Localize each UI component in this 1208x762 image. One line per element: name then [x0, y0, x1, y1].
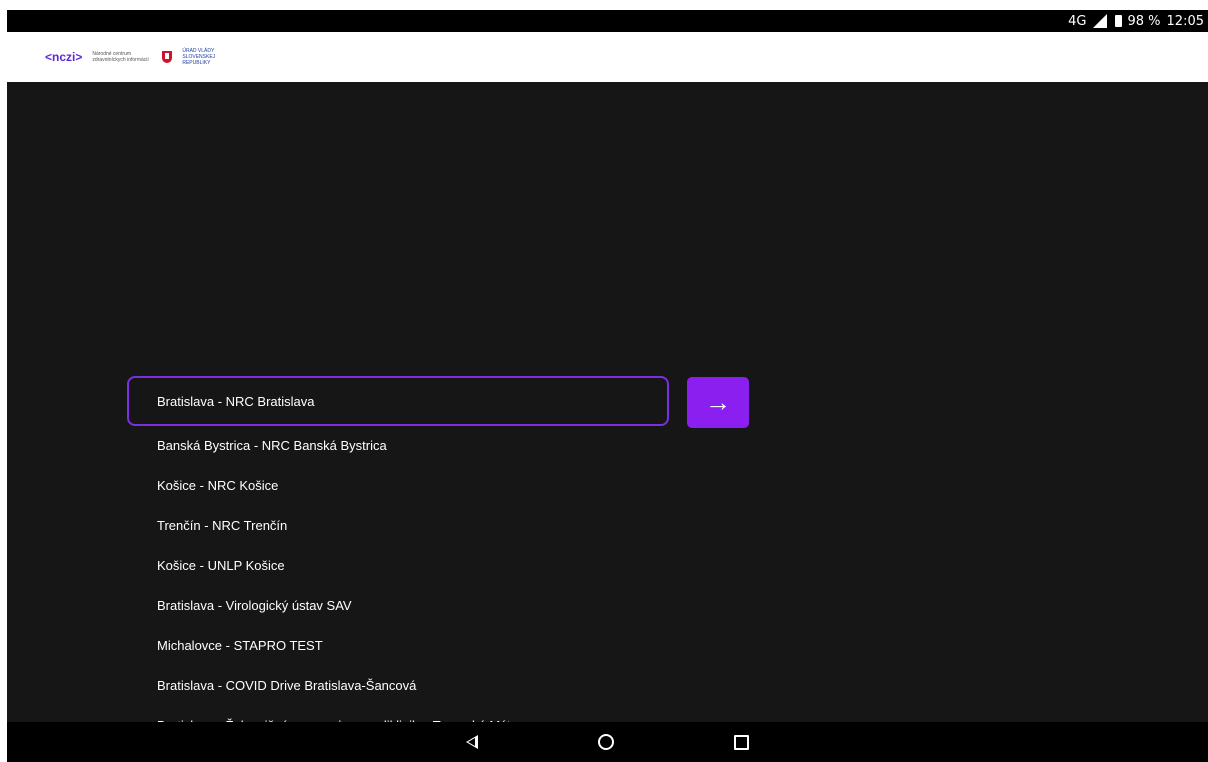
- back-icon[interactable]: [466, 735, 478, 749]
- home-icon[interactable]: [598, 734, 614, 750]
- submit-button[interactable]: →: [687, 377, 749, 428]
- network-indicator: 4G: [1068, 13, 1087, 29]
- status-bar: 4G 98 % 12:05: [7, 10, 1208, 32]
- location-options-list: Banská Bystrica - NRC Banská Bystrica Ko…: [157, 426, 518, 722]
- location-option[interactable]: Trenčín - NRC Trenčín: [157, 506, 518, 546]
- clock: 12:05: [1166, 13, 1204, 29]
- battery-icon: [1114, 15, 1122, 27]
- nczi-subtitle: Národné centrum zdravotníckych informáci…: [92, 51, 149, 63]
- left-margin: [0, 0, 7, 762]
- battery-level: 98 %: [1127, 13, 1161, 29]
- location-option[interactable]: Michalovce - STAPRO TEST: [157, 626, 518, 666]
- location-option[interactable]: Košice - UNLP Košice: [157, 546, 518, 586]
- slovak-crest-icon: [162, 51, 173, 63]
- selected-location: Bratislava - NRC Bratislava: [157, 393, 315, 409]
- arrow-right-icon: →: [705, 387, 731, 417]
- navigation-bar: [7, 722, 1208, 762]
- recent-apps-icon[interactable]: [734, 734, 749, 750]
- location-option[interactable]: Bratislava - Virologický ústav SAV: [157, 586, 518, 626]
- signal-icon: [1092, 14, 1107, 28]
- location-select[interactable]: Bratislava - NRC Bratislava: [127, 376, 669, 426]
- location-option[interactable]: Košice - NRC Košice: [157, 466, 518, 506]
- location-option[interactable]: Banská Bystrica - NRC Banská Bystrica: [157, 426, 518, 466]
- main-content: Bratislava - NRC Bratislava → Banská Bys…: [7, 82, 1208, 722]
- location-option[interactable]: Bratislava - COVID Drive Bratislava-Šanc…: [157, 666, 518, 706]
- government-text: ÚRAD VLÁDY SLOVENSKEJ REPUBLIKY: [182, 48, 216, 66]
- location-option[interactable]: Bratislava - Železničná nemocnica a poli…: [157, 706, 518, 722]
- nczi-logo: <nczi>: [45, 50, 83, 64]
- app-header: <nczi> Národné centrum zdravotníckych in…: [7, 32, 1208, 82]
